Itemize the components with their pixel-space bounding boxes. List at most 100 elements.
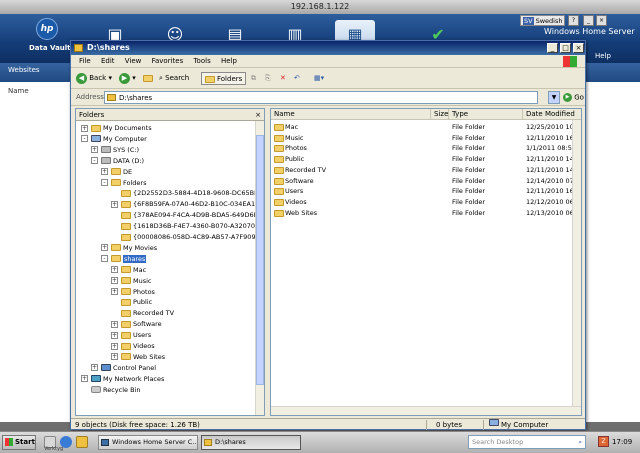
menu-file[interactable]: File bbox=[79, 57, 91, 65]
tree-node[interactable]: - My Computer bbox=[81, 134, 147, 145]
tree-node[interactable]: {378AE094-F4CA-4D9B-BDA5-649D6F bbox=[111, 210, 257, 221]
window-titlebar[interactable]: D:\shares _ □ × bbox=[71, 41, 585, 55]
folders-button[interactable]: Folders bbox=[201, 72, 247, 85]
tree-node[interactable]: + Mac bbox=[111, 265, 146, 276]
tree-node[interactable]: Recycle Bin bbox=[81, 385, 140, 396]
table-row[interactable]: Videos File Folder 12/12/2010 06:2 bbox=[271, 197, 580, 208]
filezilla-tray-icon[interactable]: Z bbox=[598, 436, 609, 447]
table-row[interactable]: Public File Folder 12/11/2010 14:5 bbox=[271, 154, 580, 165]
tree-node[interactable]: + Photos bbox=[111, 287, 155, 298]
tree-node[interactable]: {00008086-058D-4C89-AB57-A7F909 bbox=[111, 232, 256, 243]
folders-scrollbar[interactable] bbox=[255, 121, 264, 415]
delete-icon[interactable]: ✕ bbox=[280, 72, 286, 85]
tree-node[interactable]: + DE bbox=[101, 167, 132, 178]
language-selector[interactable]: SV Swedish bbox=[520, 15, 566, 26]
expand-icon[interactable]: + bbox=[111, 320, 118, 328]
table-row[interactable]: Photos File Folder 1/1/2011 08:51 bbox=[271, 143, 576, 154]
column-name[interactable]: Name bbox=[271, 109, 431, 120]
search-desktop-input[interactable]: Search Desktop ⌕ bbox=[468, 435, 586, 449]
expand-icon[interactable]: + bbox=[111, 331, 118, 339]
column-type[interactable]: Type bbox=[449, 109, 523, 120]
close-folders-pane-icon[interactable]: × bbox=[255, 109, 261, 121]
expand-icon[interactable]: + bbox=[101, 244, 108, 252]
undo-icon[interactable]: ↶ bbox=[294, 72, 300, 85]
address-dropdown-icon[interactable]: ▼ bbox=[548, 91, 560, 104]
folders-scroll-thumb[interactable] bbox=[256, 135, 264, 385]
expand-icon[interactable]: + bbox=[111, 288, 118, 295]
expand-icon[interactable]: + bbox=[111, 342, 118, 350]
minimize-console-icon[interactable]: _ bbox=[583, 15, 594, 26]
collapse-icon[interactable]: - bbox=[101, 255, 108, 263]
tree-node[interactable]: + Users bbox=[111, 330, 151, 341]
tree-node[interactable]: + {6F8B59FA-07A0-46D2-B10C-034EA1 bbox=[111, 199, 255, 210]
back-button[interactable]: ◀ Back ▾ bbox=[76, 72, 112, 85]
maximize-button[interactable]: □ bbox=[560, 43, 571, 53]
tree-node[interactable]: + Software bbox=[111, 319, 162, 330]
expand-icon[interactable]: + bbox=[91, 364, 98, 372]
help-link[interactable]: Help bbox=[595, 52, 611, 60]
tree-node[interactable]: + Videos bbox=[111, 341, 155, 352]
expand-icon[interactable]: + bbox=[111, 277, 118, 285]
menu-edit[interactable]: Edit bbox=[101, 57, 115, 65]
expand-icon[interactable]: + bbox=[111, 353, 118, 361]
tree-node[interactable]: - DATA (D:) bbox=[91, 156, 144, 167]
tree-node[interactable]: + SYS (C:) bbox=[91, 145, 139, 156]
minimize-button[interactable]: _ bbox=[547, 43, 558, 53]
views-icon[interactable]: ▦▾ bbox=[314, 72, 324, 85]
move-to-icon[interactable]: ⧉ bbox=[251, 72, 256, 85]
tree-node[interactable]: + Web Sites bbox=[111, 352, 165, 363]
table-row[interactable]: Software File Folder 12/14/2010 07:3 bbox=[271, 176, 580, 187]
name-column-header[interactable]: Name bbox=[8, 87, 29, 95]
close-button[interactable]: × bbox=[573, 43, 584, 53]
tree-node[interactable]: - shares bbox=[101, 254, 147, 265]
remote-desktop-bar: 192.168.1.122 bbox=[0, 0, 640, 14]
expand-icon[interactable]: + bbox=[81, 124, 88, 132]
table-row[interactable]: Recorded TV File Folder 12/11/2010 14:5 bbox=[271, 165, 580, 176]
table-row[interactable]: Users File Folder 12/11/2010 16:2 bbox=[271, 186, 580, 197]
tree-node[interactable]: Public bbox=[111, 297, 152, 308]
menu-view[interactable]: View bbox=[125, 57, 142, 65]
menu-tools[interactable]: Tools bbox=[193, 57, 210, 65]
tree-node[interactable]: + My Documents bbox=[81, 123, 152, 134]
tree-node[interactable]: {1618D36B-F4E7-4360-B070-A32070 bbox=[111, 221, 255, 232]
tree-node[interactable]: + My Network Places bbox=[81, 374, 164, 385]
go-button[interactable]: ▶ Go bbox=[563, 93, 584, 102]
tree-node[interactable]: Recorded TV bbox=[111, 308, 174, 319]
expand-icon[interactable]: + bbox=[111, 266, 118, 274]
menu-help[interactable]: Help bbox=[221, 57, 237, 65]
column-date-modified[interactable]: Date Modified bbox=[523, 109, 581, 120]
column-size[interactable]: Size bbox=[431, 109, 449, 120]
list-scrollbar[interactable] bbox=[572, 120, 581, 415]
tree-node[interactable]: - Folders bbox=[101, 178, 146, 189]
address-input[interactable]: D:\shares bbox=[104, 91, 538, 104]
task-whs-console[interactable]: Windows Home Server C... bbox=[98, 435, 198, 450]
tree-node[interactable]: + Control Panel bbox=[91, 363, 156, 374]
search-desktop-icon[interactable]: ⌕ bbox=[578, 436, 582, 448]
start-button[interactable]: Start bbox=[2, 435, 36, 450]
search-button[interactable]: ⌕ Search bbox=[159, 72, 189, 85]
collapse-icon[interactable]: - bbox=[91, 157, 98, 165]
copy-to-icon[interactable]: ⎘ bbox=[265, 72, 271, 85]
expand-icon[interactable]: + bbox=[111, 200, 118, 208]
close-console-icon[interactable]: × bbox=[596, 15, 607, 26]
task-shares-window[interactable]: D:\shares bbox=[201, 435, 301, 450]
collapse-icon[interactable]: - bbox=[81, 135, 88, 143]
table-row[interactable]: Mac File Folder 12/25/2010 10:0 bbox=[271, 122, 580, 133]
websites-tab[interactable]: Websites bbox=[8, 66, 40, 74]
expand-icon[interactable]: + bbox=[81, 375, 88, 383]
menu-favorites[interactable]: Favorites bbox=[152, 57, 184, 65]
list-horizontal-scrollbar[interactable] bbox=[271, 406, 581, 415]
expand-icon[interactable]: + bbox=[101, 168, 108, 176]
tree-node[interactable]: + My Movies bbox=[101, 243, 157, 254]
table-row[interactable]: Web Sites File Folder 12/13/2010 06:1 bbox=[271, 208, 580, 219]
forward-button[interactable]: ▶ ▾ bbox=[119, 72, 136, 85]
tree-node[interactable]: + Music bbox=[111, 276, 152, 287]
tree-node[interactable]: {2D2552D3-5884-4D18-9608-DC65BE bbox=[111, 188, 258, 199]
clock[interactable]: 17:09 bbox=[612, 435, 632, 450]
expand-icon[interactable]: + bbox=[91, 146, 98, 154]
table-row[interactable]: Music File Folder 12/11/2010 16:1 bbox=[271, 133, 580, 144]
collapse-icon[interactable]: - bbox=[101, 179, 108, 186]
explorer-quicklaunch-icon[interactable] bbox=[76, 436, 88, 448]
help-question-icon[interactable]: ? bbox=[568, 15, 579, 26]
up-folder-button[interactable] bbox=[143, 72, 155, 85]
